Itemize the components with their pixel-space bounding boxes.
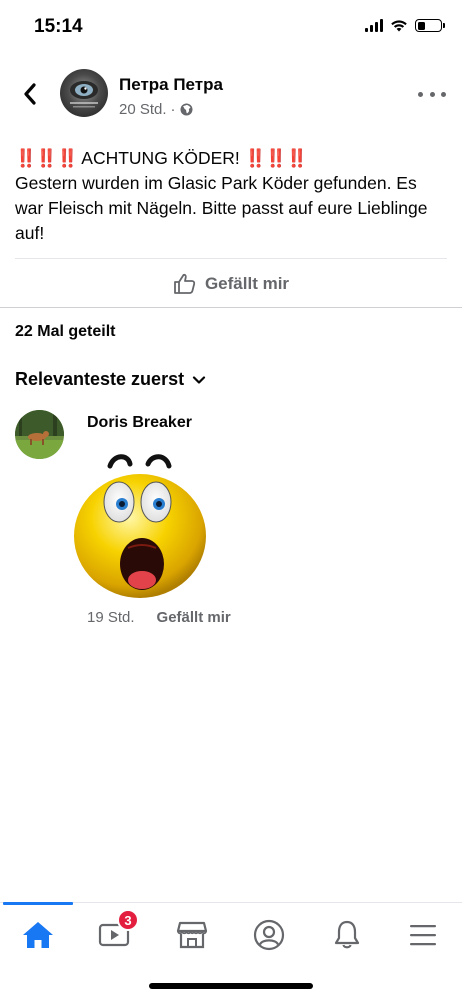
commenter-name[interactable]: Doris Breaker: [87, 414, 192, 432]
battery-icon: [415, 19, 445, 32]
post-time[interactable]: 20 Std.: [119, 101, 167, 118]
battery-level: [417, 21, 426, 30]
active-tab-indicator: [3, 902, 73, 905]
comment-actions: 19 Std. Gefällt mir: [87, 609, 231, 626]
watch-badge: 3: [117, 909, 139, 931]
profile-icon: [253, 919, 285, 951]
thumbs-up-icon: [174, 273, 196, 294]
warning-emoji-right: ‼️‼️‼️: [244, 148, 308, 168]
like-button[interactable]: Gefällt mir: [0, 266, 462, 302]
meta-separator: ·: [170, 101, 176, 118]
nav-profile[interactable]: [239, 915, 299, 955]
chevron-left-icon: [24, 83, 36, 105]
status-icons: [365, 19, 445, 32]
wifi-icon: [391, 20, 407, 32]
section-divider: [0, 307, 462, 308]
post-header: Петра Петра 20 Std. ·: [0, 64, 462, 124]
post-headline: ACHTUNG KÖDER!: [81, 148, 240, 168]
author-avatar[interactable]: [60, 69, 108, 117]
sort-label: Relevanteste zuerst: [15, 369, 185, 389]
nav-menu[interactable]: [393, 915, 453, 955]
bell-icon: [334, 920, 360, 949]
back-button[interactable]: [14, 78, 46, 110]
home-indicator[interactable]: [149, 983, 313, 989]
comment-time[interactable]: 19 Std.: [87, 609, 135, 626]
more-options-button[interactable]: [418, 84, 446, 104]
post-meta: 20 Std. ·: [119, 101, 193, 118]
comment-like-button[interactable]: Gefällt mir: [157, 609, 231, 626]
commenter-avatar-image: [15, 410, 64, 459]
home-icon: [23, 922, 53, 948]
post-text: ‼️‼️‼️ ACHTUNG KÖDER! ‼️‼️‼️ Gestern wur…: [15, 146, 447, 246]
author-name[interactable]: Петра Петра: [119, 75, 223, 95]
globe-icon: [180, 103, 193, 116]
commenter-avatar[interactable]: [15, 410, 64, 459]
avatar-image: [70, 81, 98, 108]
signal-icon: [365, 19, 383, 32]
post-body: Gestern wurden im Glasic Park Köder gefu…: [15, 173, 428, 243]
menu-icon: [410, 925, 436, 946]
status-bar: 15:14: [0, 0, 462, 56]
like-label: Gefällt mir: [204, 274, 290, 293]
chevron-down-icon: [192, 375, 206, 384]
warning-emoji-left: ‼️‼️‼️: [15, 148, 78, 168]
nav-marketplace[interactable]: [162, 915, 222, 955]
divider: [15, 258, 447, 259]
status-time: 15:14: [34, 16, 83, 37]
sort-selector[interactable]: Relevanteste zuerst: [15, 369, 206, 390]
share-count[interactable]: 22 Mal geteilt: [15, 323, 115, 341]
nav-notifications[interactable]: [317, 915, 377, 955]
nav-home[interactable]: [8, 915, 68, 955]
store-icon: [176, 921, 208, 949]
shocked-emoji-sticker: [70, 450, 210, 600]
